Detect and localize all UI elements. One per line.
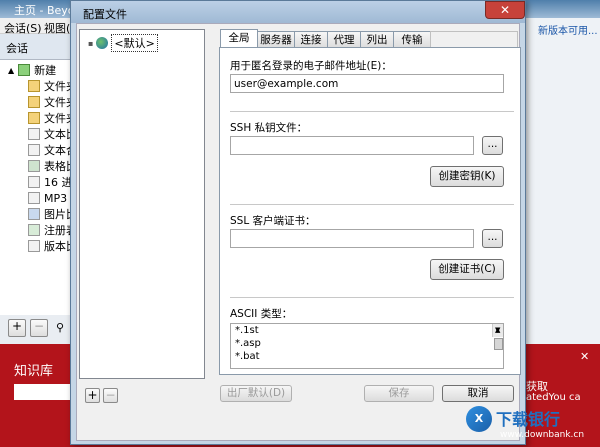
- ssl-browse-button[interactable]: ...: [482, 229, 503, 248]
- profile-default-label: <默认>: [111, 34, 158, 52]
- tab-strip-filler: [430, 31, 518, 48]
- folder-icon: [28, 80, 40, 92]
- add-profile-button[interactable]: +: [85, 388, 100, 403]
- version-compare-icon: [28, 240, 40, 252]
- table-compare-icon: [28, 160, 40, 172]
- knowledge-close-icon[interactable]: ✕: [580, 350, 589, 363]
- knowledge-title: 知识库: [14, 364, 54, 379]
- scroll-thumb[interactable]: [494, 338, 503, 350]
- divider: [230, 204, 514, 205]
- ssl-cert-field[interactable]: [230, 229, 474, 248]
- create-cert-button[interactable]: 创建证书(C): [430, 259, 504, 280]
- divider: [230, 111, 514, 112]
- tab-global[interactable]: 全局: [220, 29, 258, 49]
- watermark-brand: 下载银行: [496, 410, 561, 429]
- list-item[interactable]: *.1st: [231, 324, 503, 337]
- ssh-key-label: SSH 私钥文件：: [230, 122, 308, 134]
- folder-icon: [28, 96, 40, 108]
- tab-list[interactable]: 列出: [360, 31, 394, 48]
- watermark-url: www.downbank.cn: [500, 430, 585, 440]
- list-scrollbar[interactable]: ▲ ▼: [492, 324, 503, 350]
- tab-server[interactable]: 服务器: [257, 31, 295, 48]
- ascii-type-list[interactable]: *.1st *.asp *.bat ▲ ▼: [230, 323, 504, 369]
- remove-profile-button[interactable]: −: [103, 388, 118, 403]
- create-key-button[interactable]: 创建密钥(K): [430, 166, 504, 187]
- tab-transfer[interactable]: 传输: [393, 31, 431, 48]
- ssl-cert-label: SSL 客户端证书：: [230, 215, 316, 227]
- globe-icon: [96, 37, 109, 49]
- tree-line-icon: ▪: [88, 38, 94, 48]
- profile-tree: ▪ <默认>: [79, 29, 205, 379]
- remove-session-button[interactable]: −: [30, 319, 48, 337]
- knowledge-search-input[interactable]: [14, 384, 72, 400]
- text-compare-icon: [28, 128, 40, 140]
- right-panel: 新版本可用...: [522, 18, 600, 344]
- new-session-icon: [18, 64, 31, 76]
- tab-connection[interactable]: 连接: [294, 31, 328, 48]
- text-merge-icon: [28, 144, 40, 156]
- scroll-down-icon[interactable]: ▼: [495, 324, 500, 337]
- list-item[interactable]: *.bat: [231, 350, 503, 363]
- session-toolbar: + − ⚲: [0, 315, 76, 345]
- session-tree: ▲ 新建 文件夹 文件夹 文件夹 文本比 文本合 表格比 16 进制 MP3 比…: [0, 60, 84, 320]
- add-session-button[interactable]: +: [8, 319, 26, 337]
- email-field[interactable]: user@example.com: [230, 74, 504, 93]
- tab-proxy[interactable]: 代理: [327, 31, 361, 48]
- picture-compare-icon: [28, 208, 40, 220]
- tree-root-label: 新建: [34, 64, 57, 77]
- global-settings-panel: 用于匿名登录的电子邮件地址(E)： user@example.com SSH 私…: [219, 47, 521, 375]
- session-label: 会话: [6, 42, 28, 55]
- registry-compare-icon: [28, 224, 40, 236]
- ssh-key-field[interactable]: [230, 136, 474, 155]
- hex-compare-icon: [28, 176, 40, 188]
- dialog-titlebar: 配置文件 ✕: [71, 1, 525, 23]
- ascii-type-label: ASCII 类型：: [230, 308, 293, 320]
- ssh-browse-button[interactable]: ...: [482, 136, 503, 155]
- tree-root[interactable]: ▲ 新建: [8, 62, 56, 78]
- watermark-logo-icon: X: [466, 406, 492, 432]
- divider: [230, 297, 514, 298]
- dialog-title: 配置文件: [83, 8, 127, 21]
- expand-icon[interactable]: ▲: [8, 66, 14, 75]
- email-label: 用于匿名登录的电子邮件地址(E)：: [230, 60, 392, 72]
- mp3-compare-icon: [28, 192, 40, 204]
- search-icon[interactable]: ⚲: [56, 321, 64, 334]
- save-button[interactable]: 保存: [364, 385, 434, 402]
- list-item[interactable]: *.asp: [231, 337, 503, 350]
- factory-default-button[interactable]: 出厂默认(D): [220, 385, 292, 402]
- close-button[interactable]: ✕: [485, 1, 525, 19]
- session-header: 会话: [0, 34, 76, 60]
- update-link[interactable]: 新版本可用...: [538, 22, 598, 37]
- profile-default[interactable]: ▪ <默认>: [88, 34, 158, 52]
- watermark: X 下载银行 www.downbank.cn: [460, 398, 600, 447]
- folder-icon: [28, 112, 40, 124]
